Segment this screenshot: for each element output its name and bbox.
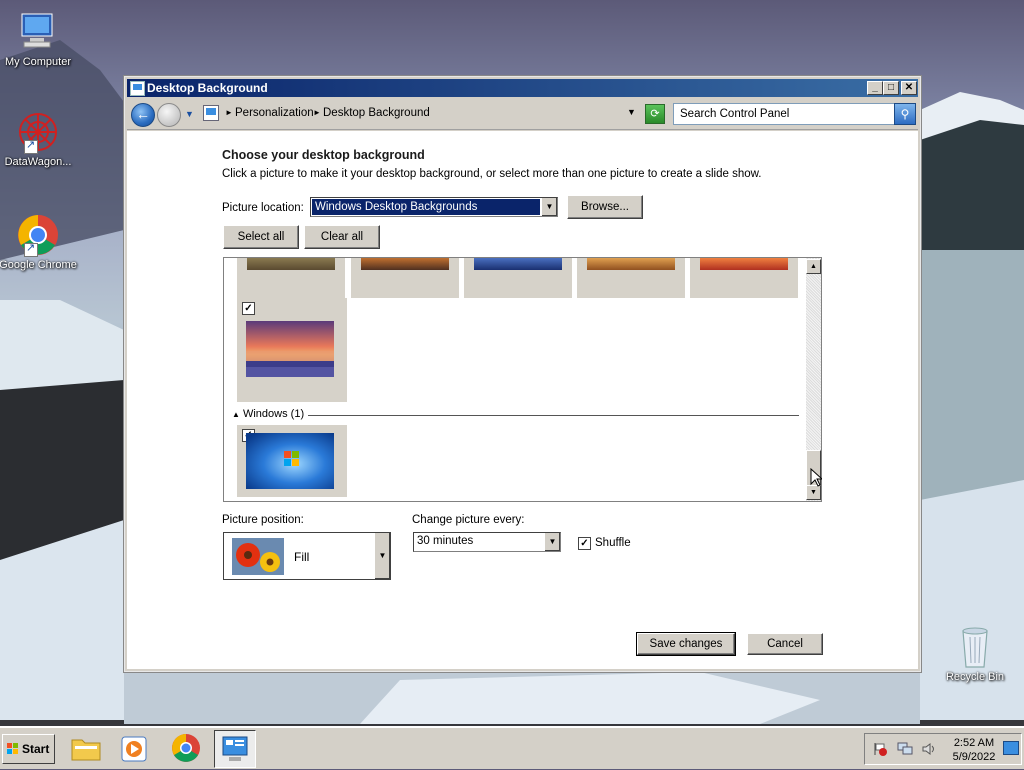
taskbar: Start 2:52 AM 5/9/2022: [0, 726, 1024, 769]
wallpaper-checkbox[interactable]: ✓: [242, 302, 255, 315]
windows-logo-thumbnail: [246, 433, 334, 489]
wallpaper-thumbnail[interactable]: [237, 258, 345, 298]
picture-position-value: Fill: [294, 550, 310, 564]
datawagon-desktop-icon[interactable]: DataWagon...: [0, 110, 80, 168]
show-desktop-icon[interactable]: [1003, 741, 1019, 755]
cancel-button[interactable]: Cancel: [747, 633, 823, 655]
shortcut-arrow-icon: [24, 138, 38, 154]
browse-button[interactable]: Browse...: [567, 195, 643, 219]
wallpaper-thumbnail[interactable]: [690, 258, 798, 298]
scrollbar-thumb[interactable]: [806, 450, 821, 488]
group-label: Windows (1): [242, 408, 305, 420]
select-all-button[interactable]: Select all: [223, 225, 299, 249]
datawagon-icon: [14, 110, 62, 154]
collapse-group-icon[interactable]: ▲: [232, 410, 240, 419]
shortcut-arrow-icon: [24, 241, 38, 257]
picture-position-label: Picture position:: [222, 514, 304, 526]
search-input[interactable]: Search Control Panel: [673, 103, 895, 125]
clock[interactable]: 2:52 AM 5/9/2022: [947, 736, 1001, 764]
change-picture-label: Change picture every:: [412, 514, 525, 526]
picture-location-label: Picture location:: [222, 202, 304, 214]
back-arrow-icon[interactable]: ←: [131, 103, 155, 127]
forward-arrow-icon[interactable]: [157, 103, 181, 127]
scroll-down-icon[interactable]: ▼: [806, 485, 821, 500]
address-bar: ← ▼ ► Personalization ► Desktop Backgrou…: [127, 99, 918, 130]
clock-time: 2:52 AM: [953, 737, 995, 749]
shuffle-label: Shuffle: [595, 537, 631, 549]
chrome-taskbar-button[interactable]: [166, 730, 206, 766]
picture-location-select[interactable]: Windows Desktop Backgrounds ▼: [310, 197, 558, 217]
flower-thumbnail: [232, 538, 284, 575]
breadcrumb-desktop-background[interactable]: Desktop Background: [323, 107, 430, 119]
my-computer-desktop-icon[interactable]: My Computer: [0, 10, 80, 68]
volume-icon[interactable]: [921, 742, 937, 759]
clear-all-button[interactable]: Clear all: [304, 225, 380, 249]
chevron-down-icon[interactable]: ▼: [541, 198, 557, 216]
desktop-background-window: Desktop Background _ □ ✕ ← ▼ ► Personali…: [123, 75, 922, 673]
page-title: Choose your desktop background: [222, 148, 425, 162]
change-picture-select[interactable]: 30 minutes ▼: [413, 532, 561, 552]
refresh-icon[interactable]: ⟳: [645, 104, 665, 124]
lake-sunset-thumbnail: [246, 321, 334, 377]
network-icon[interactable]: [897, 742, 913, 759]
chevron-right-icon[interactable]: ►: [225, 108, 233, 117]
system-tray: 2:52 AM 5/9/2022: [864, 733, 1022, 765]
gallery-scrollbar[interactable]: ▲ ▼: [806, 258, 821, 501]
folder-icon: [71, 739, 101, 761]
picture-location-value: Windows Desktop Backgrounds: [312, 199, 540, 215]
search-icon[interactable]: ⚲: [894, 103, 916, 125]
address-dropdown-icon[interactable]: ▼: [627, 107, 636, 117]
recent-pages-dropdown-icon[interactable]: ▼: [185, 109, 194, 119]
control-panel-taskbar-button[interactable]: [214, 730, 256, 768]
wallpaper-thumbnail[interactable]: [464, 258, 572, 298]
start-button[interactable]: Start: [2, 734, 55, 764]
window-title: Desktop Background: [147, 81, 268, 95]
minimize-button[interactable]: _: [867, 81, 883, 95]
breadcrumb[interactable]: ► Personalization ► Desktop Background: [199, 103, 639, 123]
breadcrumb-personalization[interactable]: Personalization: [235, 107, 314, 119]
computer-icon: [14, 10, 62, 54]
recycle-bin-icon: [951, 625, 999, 669]
wallpaper-thumbnail[interactable]: [351, 258, 459, 298]
group-divider: [308, 415, 799, 416]
google-chrome-label: Google Chrome: [0, 259, 77, 271]
shuffle-checkbox[interactable]: ✓: [578, 537, 591, 550]
picture-position-select[interactable]: Fill ▼: [223, 532, 391, 580]
media-player-icon: [121, 736, 147, 762]
action-center-flag-icon[interactable]: [873, 742, 887, 759]
title-bar[interactable]: Desktop Background _ □ ✕: [127, 79, 918, 97]
media-player-taskbar-button[interactable]: [114, 730, 154, 766]
my-computer-label: My Computer: [4, 56, 72, 68]
page-description: Click a picture to make it your desktop …: [222, 168, 762, 180]
save-changes-button[interactable]: Save changes: [636, 632, 736, 656]
recycle-bin-desktop-icon[interactable]: Recycle Bin: [933, 625, 1017, 683]
scroll-up-icon[interactable]: ▲: [806, 259, 821, 274]
chevron-down-icon[interactable]: ▼: [374, 533, 390, 579]
recycle-bin-label: Recycle Bin: [945, 671, 1005, 683]
wallpaper-thumbnail-selected[interactable]: ✓: [237, 425, 347, 497]
control-panel-icon: [130, 81, 145, 96]
control-panel-icon: [203, 105, 219, 121]
search-placeholder: Search Control Panel: [680, 108, 790, 120]
explorer-taskbar-button[interactable]: [66, 730, 106, 766]
chrome-icon: [14, 213, 62, 257]
maximize-button[interactable]: □: [883, 81, 899, 95]
google-chrome-desktop-icon[interactable]: Google Chrome: [0, 213, 80, 271]
chrome-icon: [172, 734, 200, 762]
wallpaper-gallery[interactable]: ✓ ▲ Windows (1) ✓: [223, 257, 822, 502]
close-button[interactable]: ✕: [901, 81, 917, 95]
clock-date: 5/9/2022: [952, 751, 996, 763]
chevron-down-icon[interactable]: ▼: [544, 533, 560, 551]
main-content: Choose your desktop background Click a p…: [127, 131, 918, 669]
change-picture-value: 30 minutes: [417, 535, 474, 547]
control-panel-icon: [222, 736, 248, 761]
group-header-windows[interactable]: ▲ Windows (1): [232, 408, 304, 420]
chevron-right-icon[interactable]: ►: [313, 108, 321, 117]
wallpaper-thumbnail[interactable]: [577, 258, 685, 298]
windows-flag-icon: [7, 743, 18, 754]
wallpaper-thumbnail-selected[interactable]: ✓: [237, 298, 347, 402]
start-label: Start: [22, 742, 50, 756]
datawagon-label: DataWagon...: [4, 156, 72, 168]
